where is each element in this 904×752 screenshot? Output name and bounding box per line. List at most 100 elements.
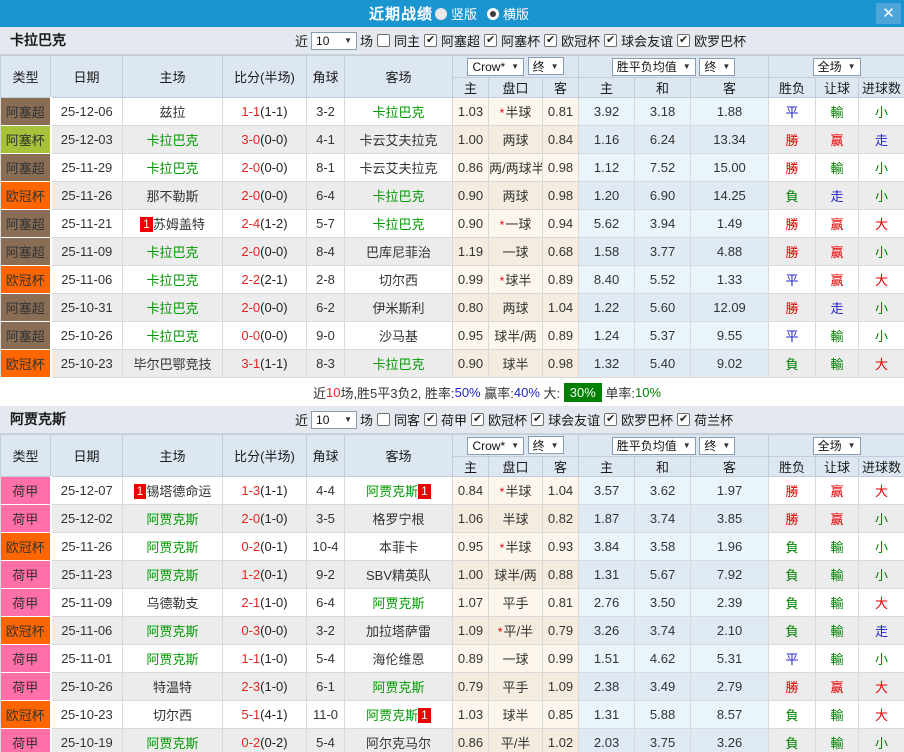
away-team-name: 卡拉巴克: [372, 189, 425, 204]
away-team-name: 阿贾克斯: [372, 680, 425, 695]
chevron-down-icon: ▼: [550, 61, 559, 71]
handicap-line-text: 球半: [502, 708, 529, 723]
home-team-cell: 乌德勒支: [122, 588, 223, 617]
final-odds-select[interactable]: 终 ▼: [527, 436, 564, 455]
col-date-header: 日期: [50, 55, 123, 98]
euro-away-odds: 2.79: [690, 672, 770, 701]
home-team-name: 卡拉巴克: [146, 329, 199, 344]
away-team-name: 卡拉巴克: [372, 217, 425, 232]
away-team-name: 阿尔克马尔: [365, 736, 431, 751]
bookmaker-select[interactable]: Crow* ▼: [467, 57, 525, 76]
live-star-icon: *: [499, 218, 505, 232]
horizontal-layout-label[interactable]: 横版: [503, 4, 529, 23]
halftime-score: (4-1): [260, 707, 288, 722]
goals-result: 大: [858, 349, 904, 378]
recent-count-select[interactable]: 10 ▼: [311, 410, 358, 429]
same-venue-checkbox[interactable]: [377, 413, 391, 426]
league-badge: 阿塞超: [0, 321, 52, 350]
euro-home-odds: 2.38: [578, 672, 636, 701]
col-type-header: 类型: [0, 434, 51, 477]
league-checkbox-3[interactable]: ✔: [604, 34, 618, 47]
fulltime-score: 0-2: [241, 735, 261, 750]
home-team-name: 阿贾克斯: [146, 652, 199, 667]
handicap-line-text: 两球: [502, 301, 529, 316]
home-team-cell: 特温特: [122, 672, 223, 701]
home-team-cell: 毕尔巴鄂竞技: [122, 349, 223, 378]
match-date: 25-11-29: [50, 153, 123, 182]
fulltime-score: 2-1: [241, 595, 261, 610]
wdl-average-select[interactable]: 胜平负均值 ▼: [611, 436, 696, 455]
handicap-away-odds: 0.85: [541, 700, 580, 729]
corner-count: 9-2: [306, 560, 345, 589]
league-checkbox-4[interactable]: ✔: [677, 413, 691, 426]
euro-draw-odds: 6.90: [634, 181, 692, 210]
handicap-away-odds: 0.84: [541, 125, 580, 154]
euro-away-odds: 3.85: [690, 504, 770, 533]
league-checkbox-3[interactable]: ✔: [604, 413, 618, 426]
handicap-line: 两球: [488, 293, 543, 322]
handicap-line-text: 球半/两: [494, 568, 537, 583]
league-checkbox-0[interactable]: ✔: [424, 34, 438, 47]
col-result-header: 胜负: [768, 77, 817, 98]
league-badge: 荷甲: [0, 504, 52, 533]
halftime-score: (0-0): [260, 132, 288, 147]
team-name: 阿贾克斯: [10, 411, 66, 427]
handicap-line-text: 平/半: [500, 736, 531, 751]
close-icon[interactable]: ✕: [876, 3, 901, 24]
league-checkbox-4[interactable]: ✔: [677, 34, 691, 47]
chevron-down-icon: ▼: [344, 415, 353, 424]
match-date: 25-10-26: [50, 672, 123, 701]
euro-home-odds: 1.20: [578, 181, 636, 210]
halftime-score: (0-0): [260, 328, 288, 343]
handicap-away-odds: 0.79: [541, 616, 580, 645]
table-row: 欧冠杯 25-11-06 卡拉巴克 2-2(2-1) 2-8 切尔西 0.99 *球半 0.89…: [0, 265, 904, 294]
final-odds-select-2[interactable]: 终 ▼: [699, 57, 736, 76]
final-odds-select[interactable]: 终 ▼: [527, 57, 564, 76]
goals-result: 大: [858, 672, 904, 701]
league-checkbox-0[interactable]: ✔: [424, 413, 438, 426]
horizontal-layout-radio[interactable]: [487, 7, 499, 20]
euro-home-odds: 3.84: [578, 532, 636, 561]
same-venue-checkbox[interactable]: [377, 34, 391, 47]
final-odds-select-2[interactable]: 终 ▼: [699, 436, 736, 455]
euro-draw-odds: 3.49: [634, 672, 692, 701]
vertical-layout-radio[interactable]: [434, 7, 447, 20]
col-ah-home-header: 主: [452, 77, 489, 98]
league-checkbox-2[interactable]: ✔: [544, 34, 558, 47]
euro-draw-odds: 3.74: [634, 616, 692, 645]
league-badge: 阿塞超: [0, 153, 52, 182]
col-away-header: 客场: [344, 434, 453, 477]
full-match-select[interactable]: 全场 ▼: [812, 57, 861, 76]
league-checkbox-2[interactable]: ✔: [531, 413, 545, 426]
vertical-layout-label[interactable]: 竖版: [451, 4, 477, 23]
match-result: 勝: [768, 237, 817, 266]
wdl-average-select[interactable]: 胜平负均值 ▼: [611, 57, 696, 76]
score-cell: 1-3(1-1): [222, 476, 307, 505]
filter-bar: 近 10 ▼ 场同主 ✔ 阿塞超 ✔ 阿塞杯 ✔ 欧冠杯 ✔ 球会友谊 ✔ 欧罗巴杯: [295, 27, 746, 54]
recent-records-dialog: 近期战绩 竖版 横版 ✕ 卡拉巴克 近 10 ▼ 场同主 ✔ 阿塞超 ✔ 阿塞杯 ✔ 欧冠杯 ✔ 球会…: [0, 0, 904, 752]
handicap-line: 球半: [488, 349, 543, 378]
handicap-home-odds: 1.00: [452, 560, 489, 589]
league-checkbox-1[interactable]: ✔: [484, 34, 498, 47]
euro-draw-odds: 5.40: [634, 349, 692, 378]
away-team-cell: 加拉塔萨雷: [344, 616, 453, 645]
goals-result: 大: [858, 700, 904, 729]
score-cell: 5-1(4-1): [222, 700, 307, 729]
handicap-home-odds: 0.79: [452, 672, 489, 701]
bookmaker-select[interactable]: Crow* ▼: [467, 436, 525, 455]
euro-draw-odds: 7.52: [634, 153, 692, 182]
recent-count-select[interactable]: 10 ▼: [311, 31, 358, 50]
full-match-select[interactable]: 全场 ▼: [812, 436, 861, 455]
league-label-1: 欧冠杯: [488, 413, 528, 428]
corner-count: 6-2: [306, 293, 345, 322]
match-result: 勝: [768, 125, 817, 154]
handicap-line-text: 两球: [502, 189, 529, 204]
home-team-name: 卡拉巴克: [146, 161, 199, 176]
euro-away-odds: 2.39: [690, 588, 770, 617]
fulltime-score: 2-0: [241, 300, 261, 315]
away-team-name: 卡云艾夫拉克: [359, 133, 438, 148]
match-result: 勝: [768, 504, 817, 533]
league-checkbox-1[interactable]: ✔: [471, 413, 485, 426]
goals-result: 小: [858, 504, 904, 533]
live-star-icon: *: [497, 625, 503, 639]
